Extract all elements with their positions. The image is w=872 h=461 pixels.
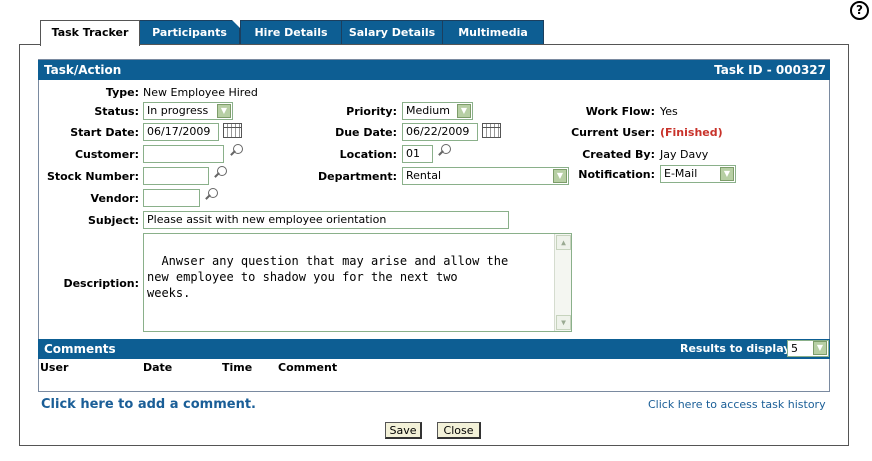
description-label: Description:: [63, 277, 139, 290]
due-date-label: Due Date:: [335, 126, 397, 139]
priority-value: Medium: [406, 104, 450, 117]
location-label: Location:: [339, 148, 397, 161]
search-icon[interactable]: [204, 188, 218, 202]
comments-header-title: Comments: [44, 342, 116, 356]
vendor-label: Vendor:: [90, 192, 139, 205]
current-user-value: (Finished): [660, 126, 723, 139]
chevron-down-icon: ▼: [457, 104, 471, 118]
current-user-label: Current User:: [571, 126, 655, 139]
created-by-value: Jay Davy: [660, 148, 709, 161]
save-button[interactable]: Save: [385, 422, 422, 439]
type-value: New Employee Hired: [143, 86, 258, 99]
stock-number-label: Stock Number:: [46, 170, 139, 183]
priority-label: Priority:: [346, 105, 397, 118]
description-text: Anwser any question that may arise and a…: [147, 254, 509, 300]
task-header-bar: Task/Action Task ID - 000327: [38, 60, 830, 80]
scroll-up-icon[interactable]: ▲: [556, 235, 571, 250]
subject-input[interactable]: Please assit with new employee orientati…: [143, 211, 509, 229]
tab-label: Salary Details: [348, 26, 436, 39]
notification-select[interactable]: E-Mail ▼: [660, 165, 736, 183]
calendar-icon[interactable]: [482, 123, 501, 138]
due-date-input[interactable]: 06/22/2009: [402, 123, 478, 141]
results-value: 5: [791, 342, 798, 355]
search-icon[interactable]: [437, 144, 451, 158]
status-label: Status:: [94, 105, 139, 118]
help-icon[interactable]: ?: [850, 1, 869, 20]
priority-select[interactable]: Medium ▼: [402, 102, 473, 120]
chevron-down-icon: ▼: [813, 341, 827, 355]
tab-label: Hire Details: [254, 26, 328, 39]
results-label: Results to display:: [680, 342, 795, 355]
notification-label: Notification:: [578, 168, 655, 181]
type-label: Type:: [105, 86, 139, 99]
tab-label: Participants: [152, 26, 227, 39]
column-header-time: Time: [222, 361, 253, 374]
department-label: Department:: [318, 170, 397, 183]
column-header-comment: Comment: [278, 361, 338, 374]
vendor-input[interactable]: [143, 189, 200, 207]
status-value: In progress: [147, 104, 209, 117]
tab-hire-details[interactable]: Hire Details: [240, 20, 342, 45]
tab-label: Multimedia: [458, 26, 528, 39]
stock-number-input[interactable]: [143, 167, 209, 185]
scroll-down-icon[interactable]: ▼: [556, 315, 571, 330]
customer-input[interactable]: [143, 145, 224, 163]
department-value: Rental: [406, 169, 441, 182]
tab-multimedia[interactable]: Multimedia: [442, 20, 544, 45]
column-header-user: User: [40, 361, 69, 374]
notification-value: E-Mail: [664, 167, 698, 180]
chevron-down-icon: ▼: [720, 167, 734, 181]
calendar-icon[interactable]: [223, 123, 242, 138]
tab-task-tracker[interactable]: Task Tracker: [40, 20, 140, 46]
tab-participants[interactable]: Participants: [139, 20, 240, 45]
task-header-title: Task/Action: [44, 63, 122, 77]
subject-label: Subject:: [87, 214, 139, 227]
description-textarea[interactable]: Anwser any question that may arise and a…: [143, 233, 572, 332]
customer-label: Customer:: [74, 148, 139, 161]
workflow-label: Work Flow:: [585, 105, 655, 118]
department-select[interactable]: Rental ▼: [402, 167, 569, 185]
location-input[interactable]: 01: [402, 145, 433, 163]
task-id: Task ID - 000327: [714, 63, 826, 77]
comments-header-bar: Comments Results to display:: [38, 339, 830, 359]
tab-label: Task Tracker: [51, 26, 129, 39]
chevron-down-icon: ▼: [217, 104, 231, 118]
close-button[interactable]: Close: [437, 422, 481, 439]
column-header-date: Date: [143, 361, 173, 374]
workflow-value: Yes: [660, 105, 678, 118]
add-comment-link[interactable]: Click here to add a comment.: [41, 397, 256, 412]
search-icon[interactable]: [229, 144, 243, 158]
status-select[interactable]: In progress ▼: [143, 102, 233, 120]
created-by-label: Created By:: [582, 148, 655, 161]
results-select[interactable]: 5 ▼: [787, 340, 829, 357]
task-history-link[interactable]: Click here to access task history: [648, 398, 826, 411]
start-date-label: Start Date:: [70, 126, 139, 139]
scrollbar[interactable]: ▲ ▼: [554, 234, 571, 331]
tab-salary-details[interactable]: Salary Details: [341, 20, 443, 45]
start-date-input[interactable]: 06/17/2009: [143, 123, 219, 141]
search-icon[interactable]: [213, 166, 227, 180]
